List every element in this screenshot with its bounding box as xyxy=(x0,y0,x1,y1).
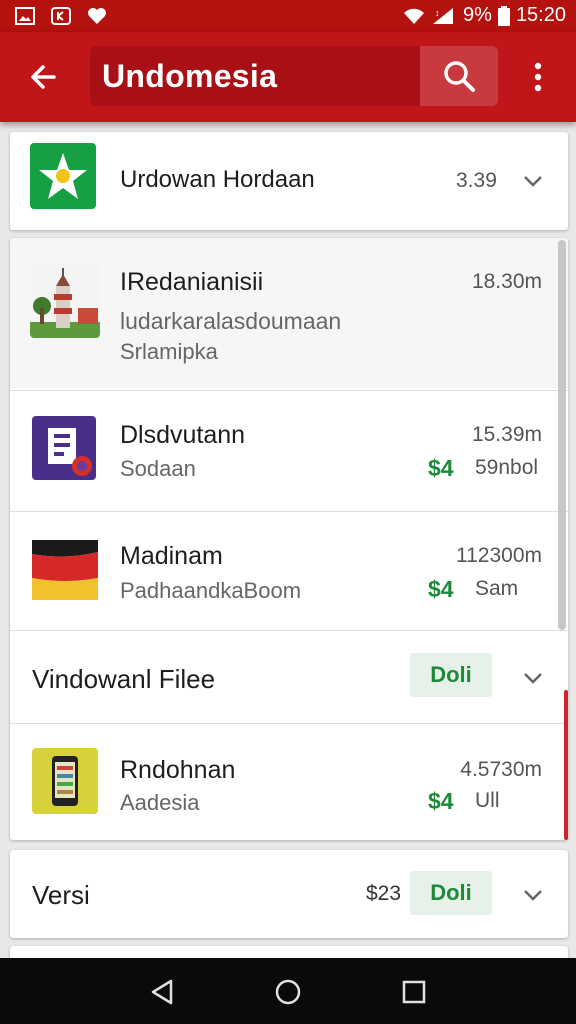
nav-recents-icon xyxy=(402,980,426,1004)
scroll-accent xyxy=(564,690,568,840)
list-item[interactable]: Rndohnan Aadesia 4.5730m $4 Ull xyxy=(10,724,568,840)
item-title: Dlsdvutann xyxy=(120,421,246,449)
item-price: $4 xyxy=(428,455,454,481)
svg-text:↕: ↕ xyxy=(435,8,440,18)
header-title: Urdowan Hordaan xyxy=(120,166,315,193)
heart-icon xyxy=(88,8,106,24)
item-subtitle: Sodaan xyxy=(120,456,196,481)
search-icon xyxy=(444,61,475,92)
list-item[interactable]: Madinam PadhaandkaBoom 112300m $4 Sam xyxy=(10,512,568,630)
results-card: IRedanianisii ludarkaralasdoumaan Srlami… xyxy=(10,238,568,840)
item-subtitle: ludarkaralasdoumaan xyxy=(120,308,342,334)
section-title: Versi xyxy=(32,880,90,910)
item-meta: 15.39m xyxy=(471,423,542,446)
header-value: 3.39 xyxy=(456,169,497,192)
item-meta: 4.5730m xyxy=(460,758,542,781)
item-title: Rndohnan xyxy=(120,756,236,784)
item-subtitle-2: Srlamipka xyxy=(120,339,218,364)
section-header-versi[interactable]: Versi $23 Doli xyxy=(10,850,568,938)
scrollbar[interactable] xyxy=(558,240,566,630)
nav-recents-button[interactable] xyxy=(394,972,434,1012)
status-bar: ↕ 9% 15:20 xyxy=(0,0,576,32)
item-meta: 18.30m xyxy=(471,270,542,293)
nav-back-button[interactable] xyxy=(142,972,182,1012)
more-vert-icon xyxy=(534,62,542,92)
item-title: Madinam xyxy=(120,542,223,570)
item-price-detail: 59nbol xyxy=(475,456,539,479)
flag-thumbnail xyxy=(32,540,98,600)
chevron-down-icon[interactable] xyxy=(520,168,546,194)
header-card[interactable]: Urdowan Hordaan 3.39 xyxy=(10,132,568,230)
item-price: $4 xyxy=(428,788,454,814)
back-button[interactable] xyxy=(24,57,64,97)
navigation-bar xyxy=(0,958,576,1024)
landmark-thumbnail xyxy=(30,264,100,338)
search-query[interactable]: Undomesia xyxy=(102,58,277,95)
more-options-button[interactable] xyxy=(522,57,554,97)
battery-icon xyxy=(497,5,510,26)
item-price: $4 xyxy=(428,576,454,602)
purple-app-icon xyxy=(32,416,96,480)
list-item[interactable]: IRedanianisii ludarkaralasdoumaan Srlami… xyxy=(10,238,568,388)
item-title: IRedanianisii xyxy=(120,268,264,296)
phone-app-icon xyxy=(32,748,98,814)
clock: 15:20 xyxy=(515,4,566,26)
section-header-files[interactable]: Vindowanl Filee Doli xyxy=(10,631,568,723)
chevron-down-icon[interactable] xyxy=(520,882,546,908)
download-badge[interactable]: Doli xyxy=(410,871,492,915)
item-price-detail: Ull xyxy=(475,789,500,812)
wifi-icon xyxy=(404,8,425,24)
item-subtitle: Aadesia xyxy=(120,790,200,815)
nav-back-icon xyxy=(151,979,173,1005)
back-arrow-icon xyxy=(31,65,56,89)
search-button[interactable] xyxy=(420,46,498,106)
chevron-down-icon[interactable] xyxy=(520,665,546,691)
section-title: Vindowanl Filee xyxy=(32,664,216,694)
star-app-icon xyxy=(30,143,96,209)
app-bar: Undomesia xyxy=(0,32,576,122)
battery-percent: 9% xyxy=(463,4,492,26)
item-meta: 112300m xyxy=(455,544,542,567)
item-subtitle: PadhaandkaBoom xyxy=(120,578,302,603)
search-field[interactable]: Undomesia xyxy=(90,46,498,106)
nav-home-button[interactable] xyxy=(268,972,308,1012)
download-badge[interactable]: Doli xyxy=(410,653,492,697)
signal-icon: ↕ xyxy=(433,7,454,24)
image-icon xyxy=(15,7,35,25)
camera-icon xyxy=(51,7,71,25)
item-price-detail: Sam xyxy=(475,577,519,600)
versi-price: $23 xyxy=(366,882,402,905)
nav-home-icon xyxy=(275,979,301,1005)
list-item[interactable]: Dlsdvutann Sodaan 15.39m $4 59nbol xyxy=(10,391,568,511)
